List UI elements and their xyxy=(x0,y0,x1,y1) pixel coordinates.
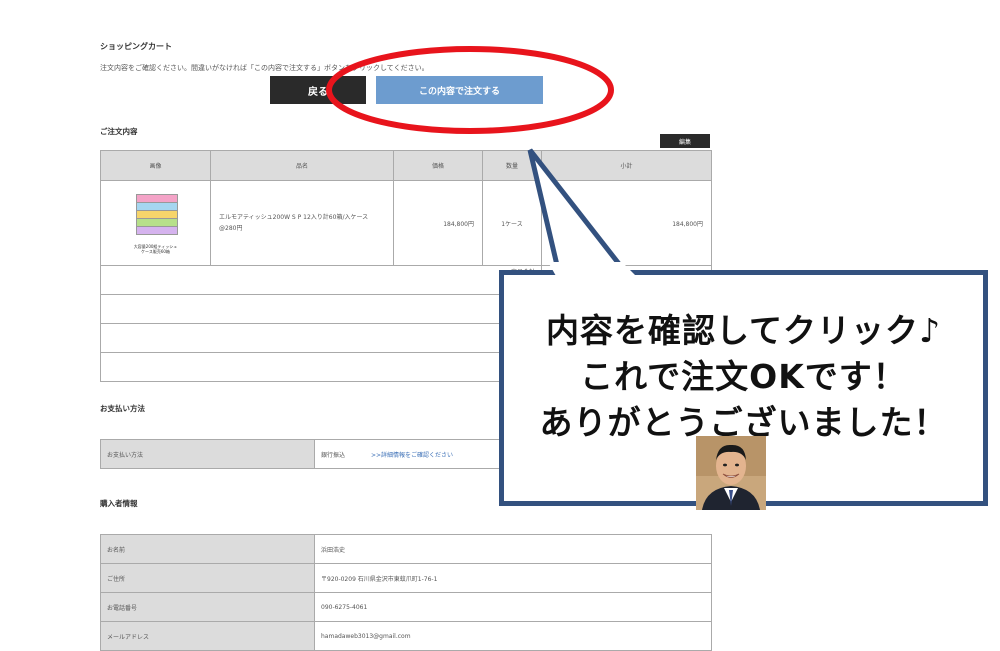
callout-message: 内容を確認してクリック♪ これで注文OKです！ ありがとうございました！ xyxy=(504,308,983,446)
avatar xyxy=(696,436,766,510)
callout-line: これで注文OKです！ xyxy=(580,357,907,396)
person-photo-icon xyxy=(696,436,766,510)
callout-pointer-join xyxy=(548,262,636,276)
callout-line: 内容を確認してクリック♪ xyxy=(545,311,942,350)
